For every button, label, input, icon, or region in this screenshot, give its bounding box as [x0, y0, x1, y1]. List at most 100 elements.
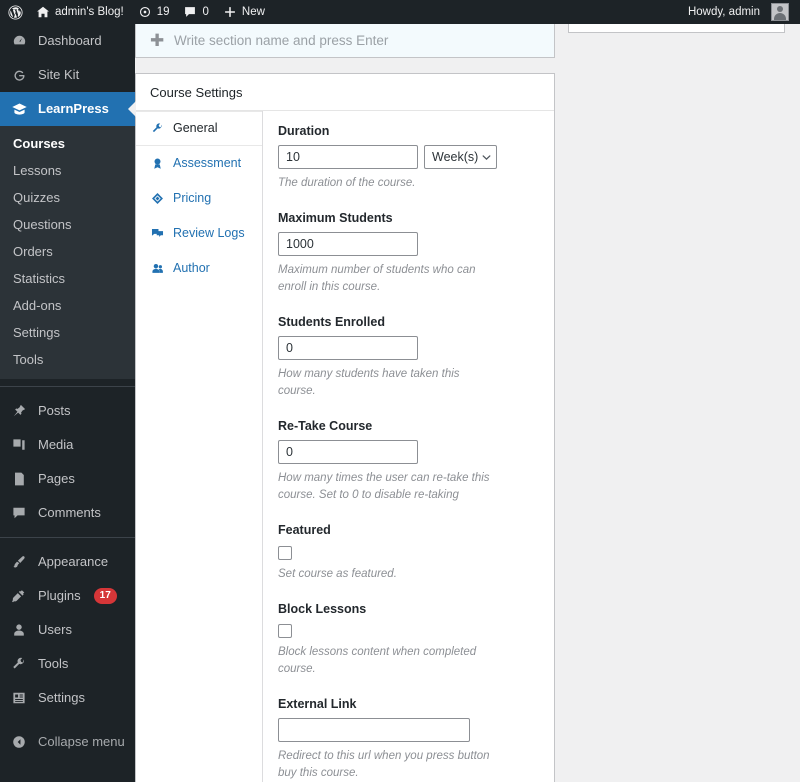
field-label: Featured	[278, 523, 331, 537]
sidebar-item-site-kit[interactable]: Site Kit	[0, 58, 135, 92]
tab-pricing[interactable]: Pricing	[136, 181, 262, 216]
new-content-menu[interactable]: New	[216, 0, 272, 24]
field-label: External Link	[278, 697, 357, 712]
maximum-students-input[interactable]	[278, 232, 418, 256]
award-icon	[150, 157, 164, 171]
field-retake-course: Re-Take Course How many times the user c…	[278, 418, 538, 504]
comment-bubble-icon	[183, 5, 197, 19]
sidebar-item-label: LearnPress	[38, 101, 109, 116]
field-description: Set course as featured.	[278, 567, 397, 580]
field-label: Students Enrolled	[278, 315, 385, 329]
updates-icon	[138, 5, 152, 19]
menu-separator	[0, 386, 135, 387]
pages-icon	[9, 469, 29, 489]
google-g-icon	[9, 65, 29, 85]
external-link-input[interactable]	[278, 718, 470, 743]
field-label: Re-Take Course	[278, 419, 373, 433]
submenu-item-quizzes[interactable]: Quizzes	[0, 184, 135, 211]
comments-menu[interactable]: 0	[176, 0, 215, 24]
duration-unit-value: Week(s)	[432, 150, 479, 164]
sidebar-item-settings[interactable]: Settings	[0, 681, 135, 715]
sliders-icon	[9, 688, 29, 708]
tab-assessment[interactable]: Assessment	[136, 146, 262, 181]
site-name-menu[interactable]: admin's Blog!	[29, 0, 131, 24]
graduation-cap-icon	[9, 99, 29, 119]
field-students-enrolled: Students Enrolled How many students have…	[278, 314, 538, 400]
duration-unit-select[interactable]: Week(s)	[424, 145, 497, 169]
field-duration: Duration Week(s)	[278, 123, 538, 192]
tab-review-logs[interactable]: Review Logs	[136, 216, 262, 251]
submenu-item-addons[interactable]: Add-ons	[0, 292, 135, 319]
tab-author[interactable]: Author	[136, 251, 262, 286]
tab-label: General	[173, 121, 218, 135]
sidebar-item-dashboard[interactable]: Dashboard	[0, 24, 135, 58]
sidebar-item-label: Users	[38, 622, 72, 637]
sidebar-item-label: Dashboard	[38, 33, 102, 48]
collapse-arrow-icon	[9, 732, 29, 752]
field-description: Redirect to this url when you press butt…	[278, 750, 490, 780]
block-lessons-checkbox[interactable]	[278, 624, 292, 639]
sidebar-item-comments[interactable]: Comments	[0, 496, 135, 530]
submenu-item-courses[interactable]: Courses	[0, 130, 135, 157]
plugins-update-badge: 17	[93, 588, 117, 604]
sidebar-item-label: Media	[38, 437, 74, 452]
dashboard-icon	[9, 31, 29, 51]
submenu-item-lessons[interactable]: Lessons	[0, 157, 135, 184]
field-description: Block lessons content when completed cou…	[278, 646, 477, 676]
field-description: How many times the user can re-take this…	[278, 472, 490, 501]
learnpress-submenu: Courses Lessons Quizzes Questions Orders…	[0, 126, 135, 379]
menu-separator	[0, 537, 135, 538]
howdy-label: Howdy, admin	[687, 6, 760, 18]
comments-count: 0	[202, 6, 209, 18]
sidebar-item-label: Site Kit	[38, 67, 80, 82]
submenu-item-settings[interactable]: Settings	[0, 319, 135, 346]
tab-label: Review Logs	[173, 226, 245, 240]
sidebar-item-learnpress[interactable]: LearnPress	[0, 92, 136, 126]
wordpress-logo-menu[interactable]	[0, 0, 29, 24]
user-icon	[9, 620, 29, 640]
home-icon	[36, 5, 50, 19]
sidebar-item-label: Appearance	[38, 554, 109, 569]
submenu-item-statistics[interactable]: Statistics	[0, 265, 135, 292]
submenu-item-tools[interactable]: Tools	[0, 346, 135, 373]
sidebar-item-label: Pages	[38, 471, 75, 486]
sidebar-item-appearance[interactable]: Appearance	[0, 545, 135, 579]
featured-checkbox[interactable]	[278, 545, 292, 560]
my-account-menu[interactable]: Howdy, admin	[681, 0, 796, 24]
new-content-label: New	[241, 6, 265, 18]
sidebar-item-label: Settings	[38, 690, 85, 705]
updates-menu[interactable]: 19	[131, 0, 177, 24]
sidebar-item-pages[interactable]: Pages	[0, 462, 135, 496]
submenu-item-questions[interactable]: Questions	[0, 211, 135, 238]
plus-icon: ✚	[150, 31, 165, 50]
media-icon	[9, 435, 29, 455]
field-description: Maximum number of students who can enrol…	[278, 264, 476, 293]
tab-general[interactable]: General	[136, 111, 262, 146]
updates-count: 19	[156, 6, 170, 18]
right-column-panel-partial	[568, 24, 785, 33]
duration-input[interactable]	[278, 145, 418, 169]
retake-course-input[interactable]	[278, 440, 418, 464]
main-column: ✚ Course Settings General	[135, 24, 555, 782]
content-area: ✚ Course Settings General	[135, 24, 800, 782]
sidebar-item-media[interactable]: Media	[0, 428, 135, 462]
tab-label: Pricing	[173, 191, 212, 205]
pushpin-icon	[9, 401, 29, 421]
students-enrolled-input[interactable]	[278, 336, 418, 360]
sidebar-item-tools[interactable]: Tools	[0, 647, 135, 681]
tab-label: Author	[173, 261, 210, 275]
collapse-menu-label: Collapse menu	[38, 734, 125, 749]
add-section-row[interactable]: ✚	[135, 24, 555, 58]
wordpress-logo-icon	[8, 4, 23, 20]
sidebar-item-posts[interactable]: Posts	[0, 394, 135, 428]
collapse-menu-button[interactable]: Collapse menu	[0, 725, 135, 759]
field-label: Maximum Students	[278, 211, 393, 225]
field-description: The duration of the course.	[278, 177, 416, 189]
comment-bubble-icon	[9, 503, 29, 523]
section-name-input[interactable]	[174, 33, 504, 48]
sidebar-item-plugins[interactable]: Plugins 17	[0, 579, 135, 613]
submenu-item-orders[interactable]: Orders	[0, 238, 135, 265]
sidebar-item-label: Comments	[38, 505, 101, 520]
tab-label: Assessment	[173, 156, 242, 170]
sidebar-item-users[interactable]: Users	[0, 613, 135, 647]
